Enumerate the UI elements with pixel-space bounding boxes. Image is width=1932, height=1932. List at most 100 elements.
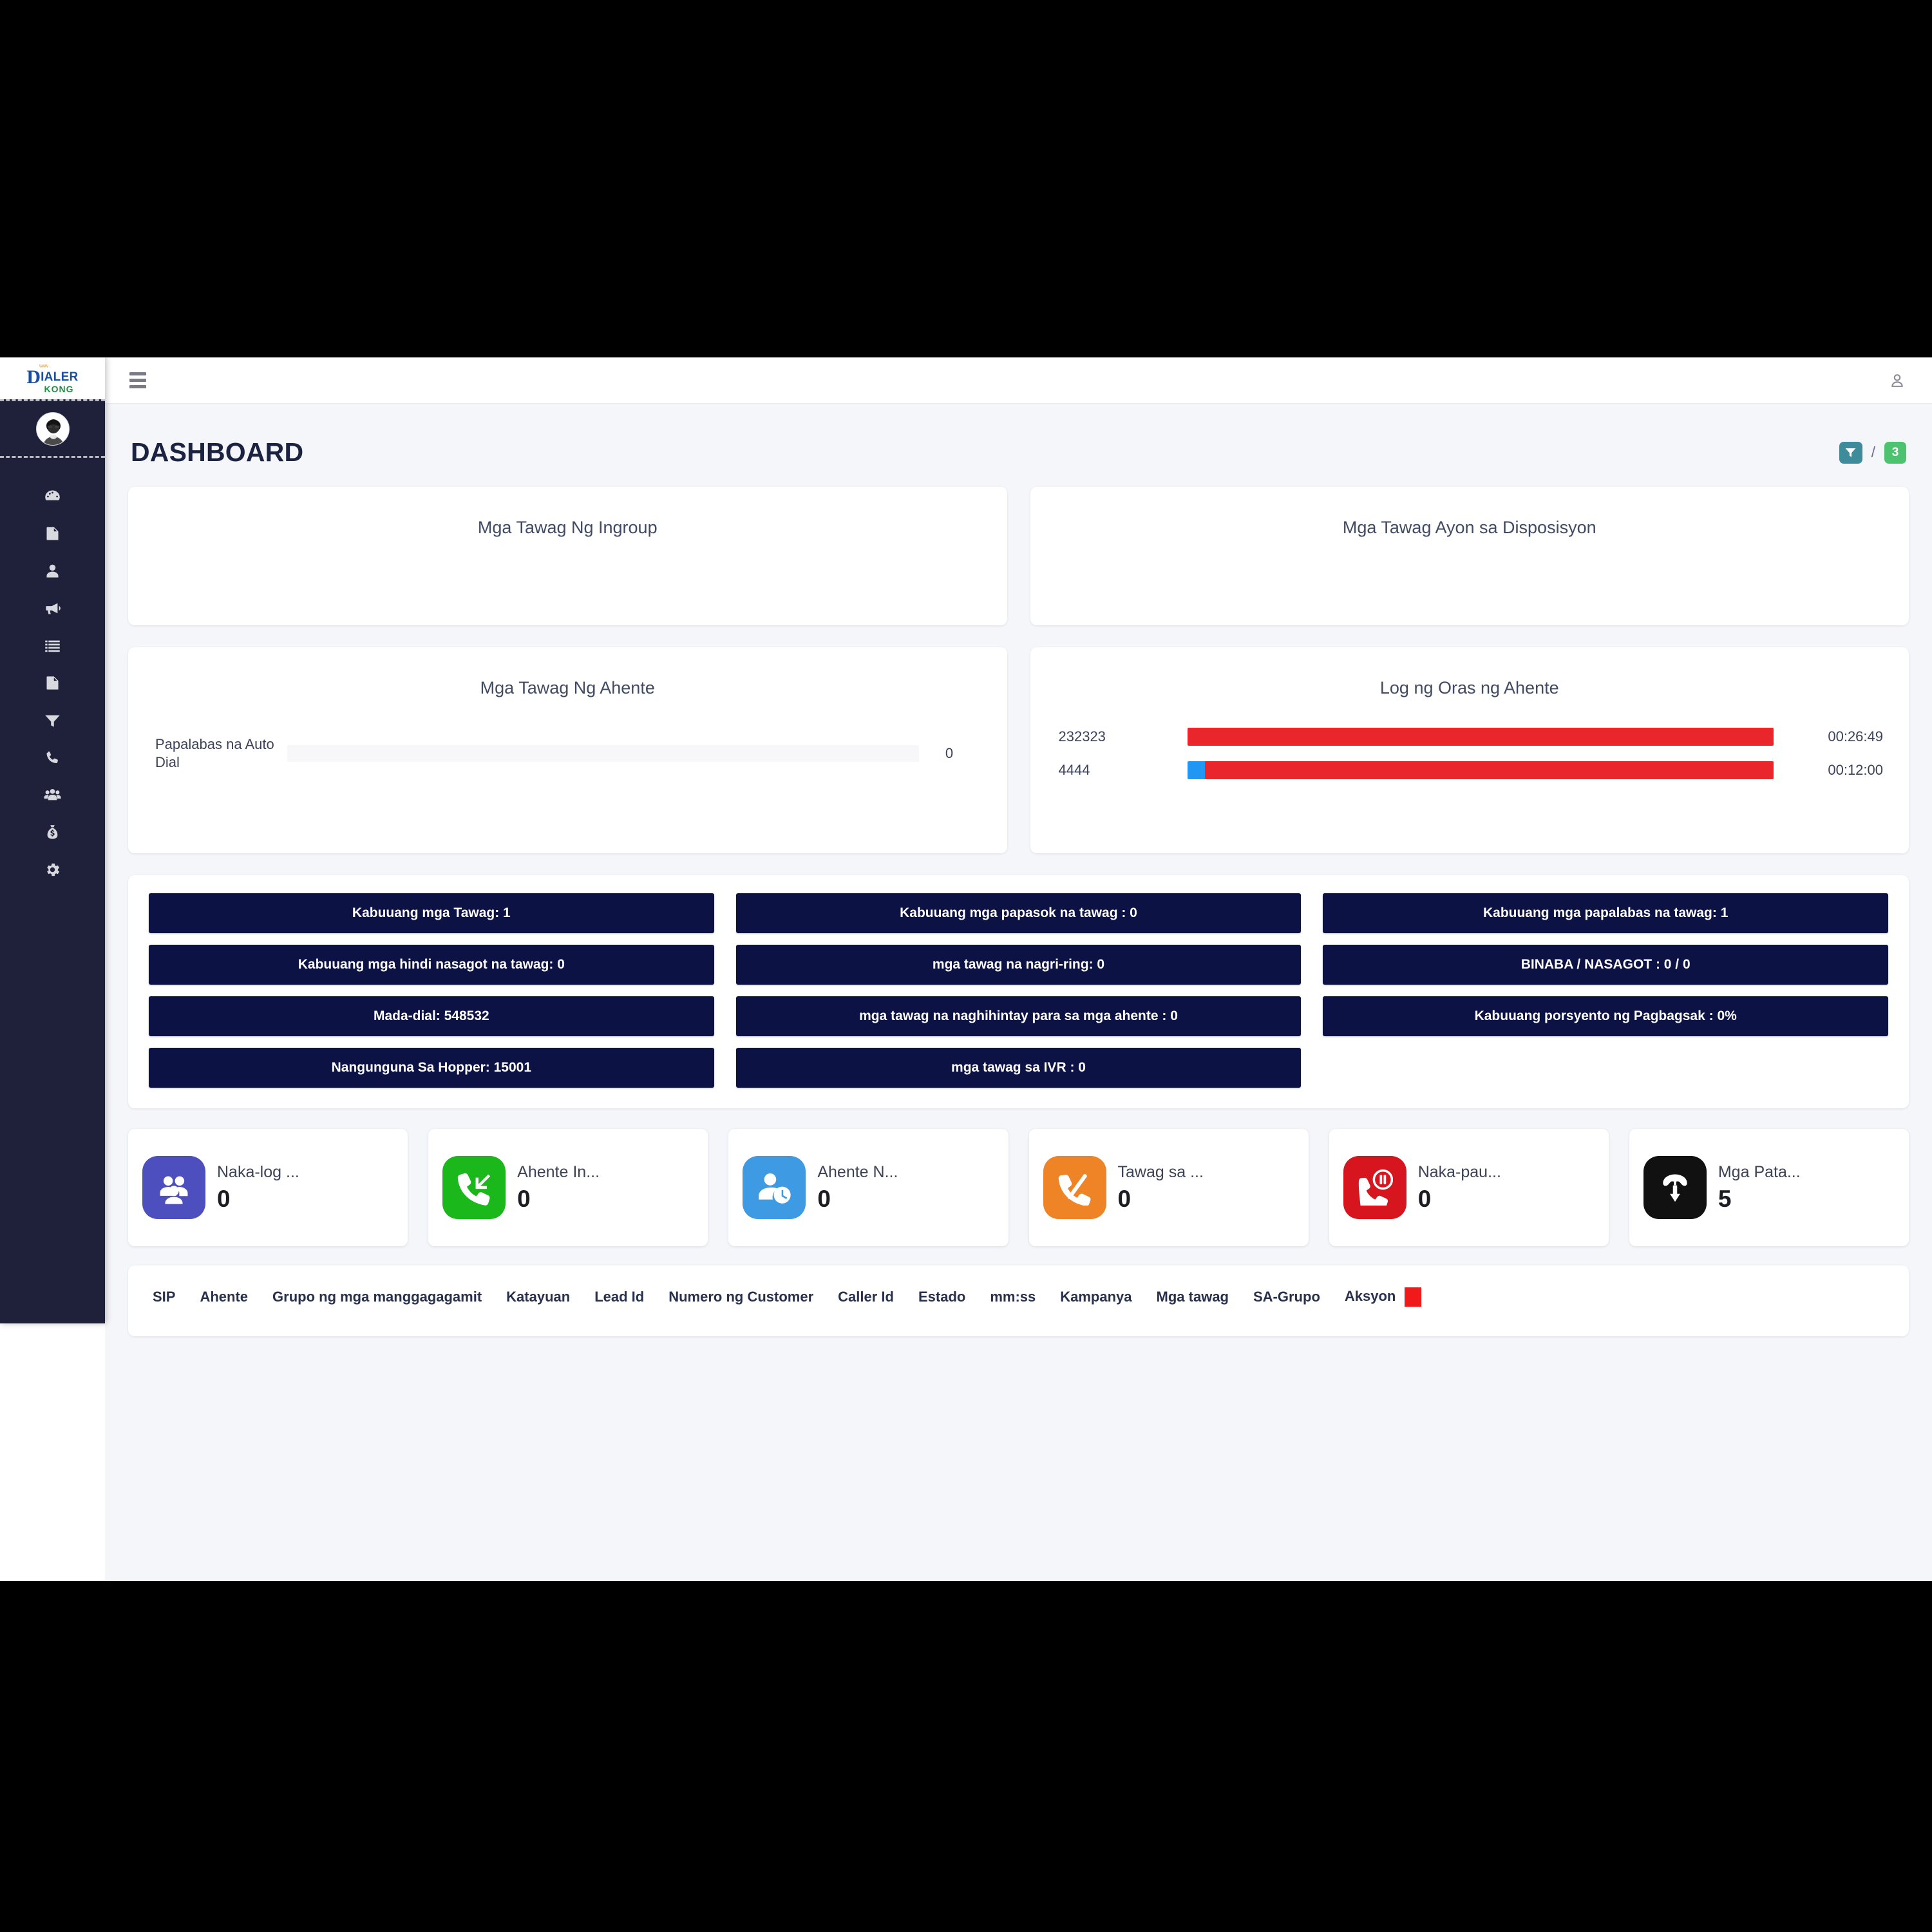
logo-text-dialer: IALER xyxy=(41,370,79,384)
kpi-card-hangups[interactable]: Mga Pata... 5 xyxy=(1629,1129,1909,1246)
sidebar-item-filters[interactable] xyxy=(0,701,105,739)
stat-ringing-calls[interactable]: mga tawag na nagri-ring: 0 xyxy=(735,945,1302,985)
table-column-status[interactable]: Katayuan xyxy=(506,1289,570,1305)
stat-total-calls[interactable]: Kabuuang mga Tawag: 1 xyxy=(149,893,714,933)
table-column-to-group[interactable]: SA-Grupo xyxy=(1253,1289,1320,1305)
document-icon xyxy=(44,525,61,542)
page-title: DASHBOARD xyxy=(131,437,304,467)
page-header: DASHBOARD / 3 xyxy=(128,404,1909,487)
money-bag-icon xyxy=(44,824,61,841)
sidebar-divider-bottom xyxy=(0,456,105,458)
stat-dialable[interactable]: Mada-dial: 548532 xyxy=(149,996,714,1036)
stat-leads-in-hopper[interactable]: Nangunguna Sa Hopper: 15001 xyxy=(149,1048,714,1088)
kpi-label: Mga Pata... xyxy=(1718,1162,1801,1181)
table-column-campaign[interactable]: Kampanya xyxy=(1060,1289,1132,1305)
sidebar-item-campaigns[interactable] xyxy=(0,589,105,627)
sidebar-item-hopper[interactable] xyxy=(0,813,105,851)
time-log-bar-segment-busy xyxy=(1204,761,1774,779)
kpi-card-agents-incall[interactable]: Ahente In... 0 xyxy=(428,1129,708,1246)
table-column-user-group[interactable]: Grupo ng mga manggagagamit xyxy=(272,1289,482,1305)
agent-time-log-title: Log ng Oras ng Ahente xyxy=(1379,678,1559,697)
stats-column-1: Kabuuang mga Tawag: 1 Kabuuang mga hindi… xyxy=(149,893,714,1088)
stats-column-3: Kabuuang mga papalabas na tawag: 1 BINAB… xyxy=(1323,893,1889,1088)
agent-calls-bar-label: Papalabas na Auto Dial xyxy=(155,736,274,770)
status-badge[interactable]: 3 xyxy=(1884,441,1906,464)
sidebar-item-users[interactable] xyxy=(0,552,105,589)
kpi-card-logged-in-agents[interactable]: Naka-log ... 0 xyxy=(128,1129,408,1246)
kpi-value: 0 xyxy=(1117,1185,1132,1212)
sidebar-item-scripts[interactable] xyxy=(0,664,105,701)
dashboard-content: DASHBOARD / 3 Mga Tawag Ng Ingroup Mga T… xyxy=(105,404,1932,1581)
stat-total-outbound-calls[interactable]: Kabuuang mga papalabas na tawag: 1 xyxy=(1323,893,1889,933)
table-column-duration[interactable]: mm:ss xyxy=(990,1289,1036,1305)
kpi-value: 0 xyxy=(817,1185,831,1212)
header-actions: / 3 xyxy=(1839,441,1906,464)
stat-total-inbound-calls[interactable]: Kabuuang mga papasok na tawag : 0 xyxy=(735,893,1302,933)
ingroup-calls-card: Mga Tawag Ng Ingroup xyxy=(128,487,1007,625)
time-log-duration: 00:12:00 xyxy=(1828,762,1883,778)
avatar[interactable] xyxy=(35,412,70,446)
kpi-label: Ahente N... xyxy=(817,1162,898,1181)
funnel-icon xyxy=(1844,446,1857,459)
kpi-label: Naka-pau... xyxy=(1417,1162,1501,1181)
table-column-state[interactable]: Estado xyxy=(918,1289,965,1305)
table-column-agent[interactable]: Ahente xyxy=(200,1289,248,1305)
kpi-label: Tawag sa ... xyxy=(1117,1162,1204,1181)
stats-column-2: Kabuuang mga papasok na tawag : 0 mga ta… xyxy=(735,893,1302,1088)
document-icon xyxy=(44,674,61,692)
action-color-swatch xyxy=(1405,1287,1422,1307)
agent-calls-chart: Papalabas na Auto Dial 0 xyxy=(128,698,1007,771)
phone-hangup-icon xyxy=(1643,1156,1707,1219)
sidebar-item-reports[interactable] xyxy=(0,515,105,552)
ingroup-calls-title: Mga Tawag Ng Ingroup xyxy=(477,518,658,537)
kpi-value: 0 xyxy=(217,1185,231,1212)
table-column-caller-id[interactable]: Caller Id xyxy=(838,1289,894,1305)
phone-pause-icon xyxy=(1343,1156,1406,1219)
time-log-agent-id: 4444 xyxy=(1058,762,1090,778)
table-column-lead-id[interactable]: Lead Id xyxy=(594,1289,644,1305)
agent-calls-title: Mga Tawag Ng Ahente xyxy=(480,678,655,697)
table-column-action[interactable]: Aksyon xyxy=(1345,1287,1422,1307)
kpi-card-row: Naka-log ... 0 Ahente In... 0 Ahente N..… xyxy=(128,1129,1909,1246)
sidebar-item-lists[interactable] xyxy=(0,627,105,664)
gear-icon xyxy=(44,861,61,878)
sidebar-item-groups[interactable] xyxy=(0,776,105,813)
time-log-bar-segment-busy xyxy=(1187,728,1774,746)
sidebar-item-dashboard[interactable] xyxy=(0,477,105,515)
sidebar-item-calls[interactable] xyxy=(0,739,105,776)
top-chart-row: Mga Tawag Ng Ingroup Mga Tawag Ayon sa D… xyxy=(128,487,1909,625)
table-column-sip[interactable]: SIP xyxy=(153,1289,175,1305)
table-column-calls[interactable]: Mga tawag xyxy=(1157,1289,1229,1305)
stat-total-unanswered-calls[interactable]: Kabuuang mga hindi nasagot na tawag: 0 xyxy=(149,945,714,985)
list-icon xyxy=(44,637,61,654)
main-area: DASHBOARD / 3 Mga Tawag Ng Ingroup Mga T… xyxy=(105,357,1932,1581)
kpi-value: 5 xyxy=(1718,1185,1732,1212)
stat-dropped-answered[interactable]: BINABA / NASAGOT : 0 / 0 xyxy=(1323,945,1889,985)
stat-total-drop-percentage[interactable]: Kabuuang porsyento ng Pagbagsak : 0% xyxy=(1323,996,1889,1036)
kpi-label: Naka-log ... xyxy=(217,1162,299,1181)
kpi-card-paused-agents[interactable]: Naka-pau... 0 xyxy=(1329,1129,1609,1246)
app-logo[interactable]: ʷʷʷ D IALER KONG xyxy=(0,357,105,399)
sidebar-item-settings[interactable] xyxy=(0,851,105,888)
time-log-agent-id: 232323 xyxy=(1058,728,1106,744)
time-log-bar xyxy=(1187,728,1774,746)
logo-letter-d: D xyxy=(26,366,41,388)
users-group-icon xyxy=(142,1156,205,1219)
application-window: ʷʷʷ D IALER KONG DASHBOARD / 3 Mga Tawag… xyxy=(0,357,1932,1581)
funnel-icon xyxy=(44,712,61,729)
table-column-customer-number[interactable]: Numero ng Customer xyxy=(668,1289,813,1305)
stat-calls-in-ivr[interactable]: mga tawag sa IVR : 0 xyxy=(735,1048,1302,1088)
agent-calls-bar-value: 0 xyxy=(945,744,954,761)
kpi-card-agents-waiting[interactable]: Ahente N... 0 xyxy=(728,1129,1009,1246)
stat-calls-waiting-for-agents[interactable]: mga tawag na naghihintay para sa mga ahe… xyxy=(735,996,1302,1036)
gauge-icon xyxy=(44,488,61,505)
kpi-card-missed-calls[interactable]: Tawag sa ... 0 xyxy=(1028,1129,1309,1246)
hamburger-icon[interactable] xyxy=(129,372,146,388)
profile-user-icon[interactable] xyxy=(1888,372,1906,390)
filter-button[interactable] xyxy=(1839,441,1862,464)
user-icon xyxy=(44,562,61,580)
topbar xyxy=(105,357,1932,404)
avatar-container[interactable] xyxy=(35,401,70,456)
disposition-calls-title: Mga Tawag Ayon sa Disposisyon xyxy=(1342,518,1596,537)
agent-calls-bar-track xyxy=(287,744,919,762)
